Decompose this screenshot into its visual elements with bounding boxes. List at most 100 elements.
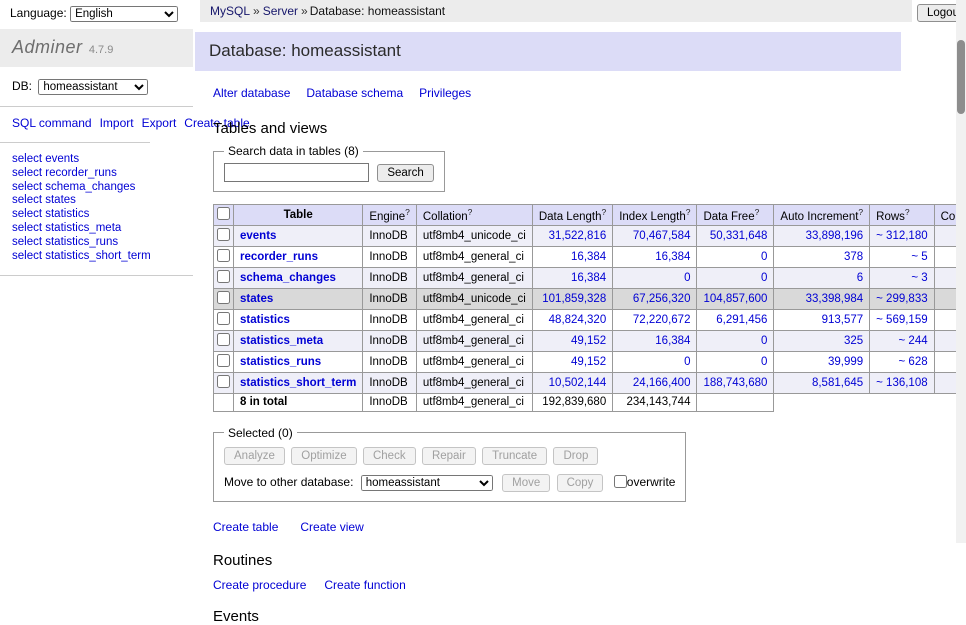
sidebar-item-select-events[interactable]: select events bbox=[12, 153, 79, 165]
sidebar-item-select-states[interactable]: select states bbox=[12, 194, 76, 206]
index-length-link[interactable]: 0 bbox=[684, 272, 690, 284]
repair-button[interactable]: Repair bbox=[422, 447, 476, 465]
db-select[interactable]: homeassistant bbox=[38, 79, 148, 95]
col-header-auto-increment[interactable]: Auto Increment? bbox=[774, 205, 870, 226]
analyze-button[interactable]: Analyze bbox=[224, 447, 285, 465]
row-checkbox[interactable] bbox=[217, 312, 230, 325]
auto-increment-link[interactable]: 33,398,984 bbox=[806, 293, 864, 305]
data-length-link[interactable]: 48,824,320 bbox=[549, 314, 607, 326]
breadcrumb-server-link[interactable]: Server bbox=[263, 4, 298, 18]
data-free-link[interactable]: 0 bbox=[761, 335, 767, 347]
row-checkbox[interactable] bbox=[217, 291, 230, 304]
row-checkbox[interactable] bbox=[217, 228, 230, 241]
col-header-data-free[interactable]: Data Free? bbox=[697, 205, 774, 226]
rows-count-link[interactable]: ~ 628 bbox=[899, 356, 928, 368]
data-length-link[interactable]: 16,384 bbox=[571, 251, 606, 263]
data-length-link[interactable]: 101,859,328 bbox=[542, 293, 606, 305]
rows-count-link[interactable]: ~ 3 bbox=[911, 272, 927, 284]
rows-count-link[interactable]: ~ 244 bbox=[899, 335, 928, 347]
truncate-button[interactable]: Truncate bbox=[482, 447, 547, 465]
search-button[interactable]: Search bbox=[377, 164, 433, 182]
database-schema-link[interactable]: Database schema bbox=[306, 86, 403, 100]
export-link[interactable]: Export bbox=[142, 116, 177, 130]
col-header-index-length[interactable]: Index Length? bbox=[613, 205, 697, 226]
auto-increment-link[interactable]: 8,581,645 bbox=[812, 377, 863, 389]
copy-button[interactable]: Copy bbox=[557, 474, 604, 492]
data-length-link[interactable]: 31,522,816 bbox=[549, 230, 607, 242]
col-header-data-length[interactable]: Data Length? bbox=[532, 205, 612, 226]
help-icon[interactable]: ? bbox=[905, 207, 910, 217]
index-length-link[interactable]: 0 bbox=[684, 356, 690, 368]
help-icon[interactable]: ? bbox=[755, 207, 760, 217]
create-procedure-link[interactable]: Create procedure bbox=[213, 578, 306, 592]
help-icon[interactable]: ? bbox=[405, 207, 410, 217]
help-icon[interactable]: ? bbox=[686, 207, 691, 217]
rows-count-link[interactable]: ~ 136,108 bbox=[876, 377, 927, 389]
col-header-collation[interactable]: Collation? bbox=[416, 205, 532, 226]
auto-increment-link[interactable]: 913,577 bbox=[822, 314, 864, 326]
table-name-link[interactable]: events bbox=[240, 230, 276, 242]
create-table-link-main[interactable]: Create table bbox=[213, 520, 278, 534]
search-input[interactable] bbox=[224, 163, 369, 182]
sidebar-item-select-schema-changes[interactable]: select schema_changes bbox=[12, 181, 135, 193]
col-header-rows[interactable]: Rows? bbox=[870, 205, 934, 226]
table-name-link[interactable]: statistics bbox=[240, 314, 290, 326]
index-length-link[interactable]: 67,256,320 bbox=[633, 293, 691, 305]
rows-count-link[interactable]: ~ 5 bbox=[911, 251, 927, 263]
data-free-link[interactable]: 0 bbox=[761, 356, 767, 368]
table-name-link[interactable]: recorder_runs bbox=[240, 251, 318, 263]
breadcrumb-mysql-link[interactable]: MySQL bbox=[210, 4, 250, 18]
import-link[interactable]: Import bbox=[100, 116, 134, 130]
col-header-engine[interactable]: Engine? bbox=[363, 205, 417, 226]
overwrite-checkbox[interactable] bbox=[614, 475, 627, 488]
index-length-link[interactable]: 70,467,584 bbox=[633, 230, 691, 242]
drop-button[interactable]: Drop bbox=[553, 447, 598, 465]
data-free-link[interactable]: 50,331,648 bbox=[710, 230, 768, 242]
auto-increment-link[interactable]: 33,898,196 bbox=[806, 230, 864, 242]
privileges-link[interactable]: Privileges bbox=[419, 86, 471, 100]
table-name-link[interactable]: states bbox=[240, 293, 273, 305]
create-view-link[interactable]: Create view bbox=[300, 520, 363, 534]
row-checkbox[interactable] bbox=[217, 270, 230, 283]
rows-count-link[interactable]: ~ 569,159 bbox=[876, 314, 927, 326]
table-name-link[interactable]: statistics_meta bbox=[240, 335, 323, 347]
sidebar-item-select-statistics-runs[interactable]: select statistics_runs bbox=[12, 236, 118, 248]
data-length-link[interactable]: 16,384 bbox=[571, 272, 606, 284]
index-length-link[interactable]: 16,384 bbox=[655, 251, 690, 263]
vertical-scrollbar[interactable] bbox=[956, 0, 966, 543]
select-all-checkbox[interactable] bbox=[217, 207, 230, 220]
sql-command-link[interactable]: SQL command bbox=[12, 116, 92, 130]
move-button[interactable]: Move bbox=[502, 474, 550, 492]
data-length-link[interactable]: 49,152 bbox=[571, 356, 606, 368]
sidebar-item-select-statistics-meta[interactable]: select statistics_meta bbox=[12, 222, 121, 234]
index-length-link[interactable]: 72,220,672 bbox=[633, 314, 691, 326]
auto-increment-link[interactable]: 378 bbox=[844, 251, 863, 263]
rows-count-link[interactable]: ~ 312,180 bbox=[876, 230, 927, 242]
table-name-link[interactable]: statistics_runs bbox=[240, 356, 321, 368]
table-name-link[interactable]: schema_changes bbox=[240, 272, 336, 284]
index-length-link[interactable]: 16,384 bbox=[655, 335, 690, 347]
row-checkbox[interactable] bbox=[217, 354, 230, 367]
sidebar-item-select-statistics[interactable]: select statistics bbox=[12, 208, 89, 220]
data-free-link[interactable]: 6,291,456 bbox=[716, 314, 767, 326]
optimize-button[interactable]: Optimize bbox=[291, 447, 356, 465]
data-free-link[interactable]: 0 bbox=[761, 251, 767, 263]
auto-increment-link[interactable]: 6 bbox=[857, 272, 863, 284]
data-free-link[interactable]: 188,743,680 bbox=[703, 377, 767, 389]
create-function-link[interactable]: Create function bbox=[324, 578, 405, 592]
data-free-link[interactable]: 104,857,600 bbox=[703, 293, 767, 305]
row-checkbox[interactable] bbox=[217, 249, 230, 262]
row-checkbox[interactable] bbox=[217, 375, 230, 388]
sidebar-item-select-statistics-short-term[interactable]: select statistics_short_term bbox=[12, 250, 151, 262]
sidebar-item-select-recorder-runs[interactable]: select recorder_runs bbox=[12, 167, 117, 179]
alter-database-link[interactable]: Alter database bbox=[213, 86, 290, 100]
row-checkbox[interactable] bbox=[217, 333, 230, 346]
rows-count-link[interactable]: ~ 299,833 bbox=[876, 293, 927, 305]
auto-increment-link[interactable]: 39,999 bbox=[828, 356, 863, 368]
data-length-link[interactable]: 49,152 bbox=[571, 335, 606, 347]
move-database-select[interactable]: homeassistant bbox=[361, 475, 493, 491]
help-icon[interactable]: ? bbox=[468, 207, 473, 217]
data-length-link[interactable]: 10,502,144 bbox=[549, 377, 607, 389]
language-select[interactable]: English bbox=[70, 6, 178, 22]
data-free-link[interactable]: 0 bbox=[761, 272, 767, 284]
